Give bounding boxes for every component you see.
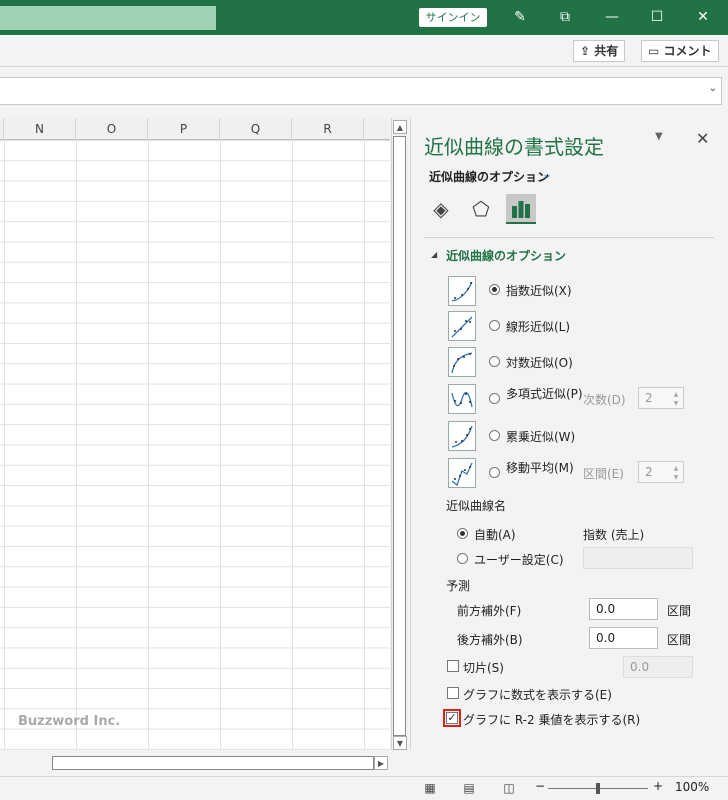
column-header[interactable]: N xyxy=(4,118,76,140)
pen-icon[interactable]: ✎ xyxy=(505,0,535,35)
radio-exponential[interactable] xyxy=(489,284,500,295)
label-moving-average: 移動平均(M) xyxy=(506,461,574,475)
share-icon: ⇪ xyxy=(580,44,595,58)
chevron-down-icon[interactable]: ⌄ xyxy=(542,167,552,181)
forecast-heading: 予測 xyxy=(446,579,471,593)
column-header[interactable]: R xyxy=(292,118,364,140)
exponential-trend-icon xyxy=(448,276,476,306)
label-linear: 線形近似(L) xyxy=(506,320,571,334)
moving-average-trend-icon xyxy=(448,458,476,488)
scroll-down-icon[interactable]: ▼ xyxy=(393,736,407,750)
linear-trend-icon xyxy=(448,311,476,341)
zoom-out-button[interactable]: − xyxy=(535,779,545,793)
section-header[interactable]: 近似曲線のオプション xyxy=(446,247,566,264)
backward-forecast-input[interactable]: 0.0 xyxy=(589,627,658,649)
show-equation-checkbox[interactable] xyxy=(447,687,459,699)
minimize-icon[interactable]: — xyxy=(597,0,627,35)
label-backward: 後方補外(B) xyxy=(457,633,523,647)
label-intercept: 切片(S) xyxy=(463,661,504,675)
spinner-arrows-icon[interactable]: ▲ ▼ xyxy=(671,390,681,408)
intercept-checkbox[interactable] xyxy=(447,660,459,672)
page-layout-view-icon[interactable]: ▤ xyxy=(459,780,479,796)
intercept-input[interactable]: 0.0 xyxy=(623,656,693,678)
radio-linear[interactable] xyxy=(489,320,500,331)
zoom-slider-handle[interactable] xyxy=(596,783,600,794)
radio-polynomial[interactable] xyxy=(489,393,500,404)
comment-button[interactable]: ▭ コメント xyxy=(641,40,719,62)
normal-view-icon[interactable]: ▦ xyxy=(420,780,440,796)
chevron-down-icon[interactable]: ⌄ xyxy=(709,83,717,94)
pane-options-icon[interactable]: ▼ xyxy=(655,131,663,142)
label-polynomial: 多項式近似(P) xyxy=(506,387,583,401)
page-break-view-icon[interactable]: ◫ xyxy=(499,780,519,796)
watermark: Buzzword Inc. xyxy=(18,714,121,729)
fill-line-tab-icon[interactable]: ◈ xyxy=(426,194,456,224)
trendline-name-heading: 近似曲線名 xyxy=(446,499,507,513)
pane-title: 近似曲線の書式設定 xyxy=(424,135,604,159)
label-custom-name: ユーザー設定(C) xyxy=(474,553,564,567)
zoom-level[interactable]: 100% xyxy=(675,780,709,794)
radio-power[interactable] xyxy=(489,430,500,441)
maximize-icon[interactable]: ☐ xyxy=(642,0,672,35)
spinner-arrows-icon[interactable]: ▲ ▼ xyxy=(671,464,681,482)
formula-bar[interactable]: ⌄ xyxy=(0,77,722,105)
logarithmic-trend-icon xyxy=(448,347,476,377)
column-headers: N O P Q R xyxy=(0,118,390,140)
auto-name-value: 指数 (売上) xyxy=(583,528,645,542)
pane-close-icon[interactable]: ✕ xyxy=(696,129,709,148)
scroll-up-icon[interactable]: ▲ xyxy=(393,120,407,134)
label-show-r2: グラフに R-2 乗値を表示する(R) xyxy=(463,713,641,727)
collapse-triangle-icon[interactable]: ◢ xyxy=(431,250,437,259)
share-button[interactable]: ⇪ 共有 xyxy=(573,40,626,62)
label-forward: 前方補外(F) xyxy=(457,604,522,618)
cell-grid[interactable] xyxy=(0,140,390,750)
show-r2-checkbox[interactable]: ✓ xyxy=(446,712,458,724)
radio-auto-name[interactable] xyxy=(457,528,468,539)
comment-icon: ▭ xyxy=(648,44,664,58)
radio-custom-name[interactable] xyxy=(457,553,468,564)
label-power: 累乗近似(W) xyxy=(506,430,576,444)
label-order: 次数(D) xyxy=(583,393,626,407)
signin-button[interactable]: サインイン xyxy=(419,8,487,27)
close-icon[interactable]: ✕ xyxy=(688,0,718,35)
power-trend-icon xyxy=(448,421,476,451)
vertical-scroll-thumb[interactable] xyxy=(393,136,406,736)
options-dropdown[interactable]: 近似曲線のオプション xyxy=(429,168,549,185)
trendline-options-tab-icon[interactable] xyxy=(506,194,536,224)
label-logarithmic: 対数近似(O) xyxy=(506,356,573,370)
polynomial-trend-icon xyxy=(448,384,476,414)
label-auto-name: 自動(A) xyxy=(474,528,516,542)
divider xyxy=(424,237,714,238)
radio-logarithmic[interactable] xyxy=(489,356,500,367)
forward-unit: 区間 xyxy=(667,604,692,618)
restore-icon[interactable]: ⧉ xyxy=(550,0,580,35)
label-show-equation: グラフに数式を表示する(E) xyxy=(463,688,612,702)
custom-name-input[interactable] xyxy=(583,547,693,569)
label-period: 区間(E) xyxy=(583,467,624,481)
search-box[interactable] xyxy=(0,6,216,30)
backward-unit: 区間 xyxy=(667,633,692,647)
label-exponential: 指数近似(X) xyxy=(506,284,572,298)
scroll-right-icon[interactable]: ▶ xyxy=(374,756,388,770)
radio-moving-average[interactable] xyxy=(489,467,500,478)
effects-tab-icon[interactable]: ⬠ xyxy=(466,194,496,224)
forward-forecast-input[interactable]: 0.0 xyxy=(589,598,658,620)
zoom-in-button[interactable]: + xyxy=(653,779,663,793)
column-header[interactable]: O xyxy=(76,118,148,140)
column-header[interactable]: P xyxy=(148,118,220,140)
horizontal-scroll-thumb[interactable] xyxy=(52,756,374,770)
column-header[interactable]: Q xyxy=(220,118,292,140)
